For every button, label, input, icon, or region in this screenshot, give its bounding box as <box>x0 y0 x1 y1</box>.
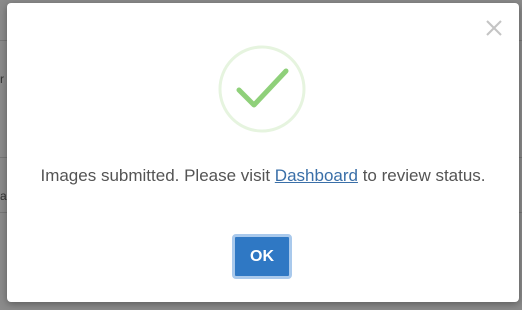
success-checkmark-icon <box>218 45 306 133</box>
message-text-after: to review status. <box>357 166 486 185</box>
close-icon[interactable] <box>483 17 505 39</box>
background-text-fragment: r <box>0 72 4 86</box>
close-button[interactable] <box>483 17 505 39</box>
background-text-fragment: a <box>0 189 7 203</box>
dashboard-link[interactable]: Dashboard <box>275 166 358 185</box>
success-dialog: Images submitted. Please visit Dashboard… <box>7 3 519 302</box>
status-message: Images submitted. Please visit Dashboard… <box>37 163 489 188</box>
message-text-before: Images submitted. Please visit <box>40 166 275 185</box>
ok-button[interactable]: OK <box>232 234 292 279</box>
